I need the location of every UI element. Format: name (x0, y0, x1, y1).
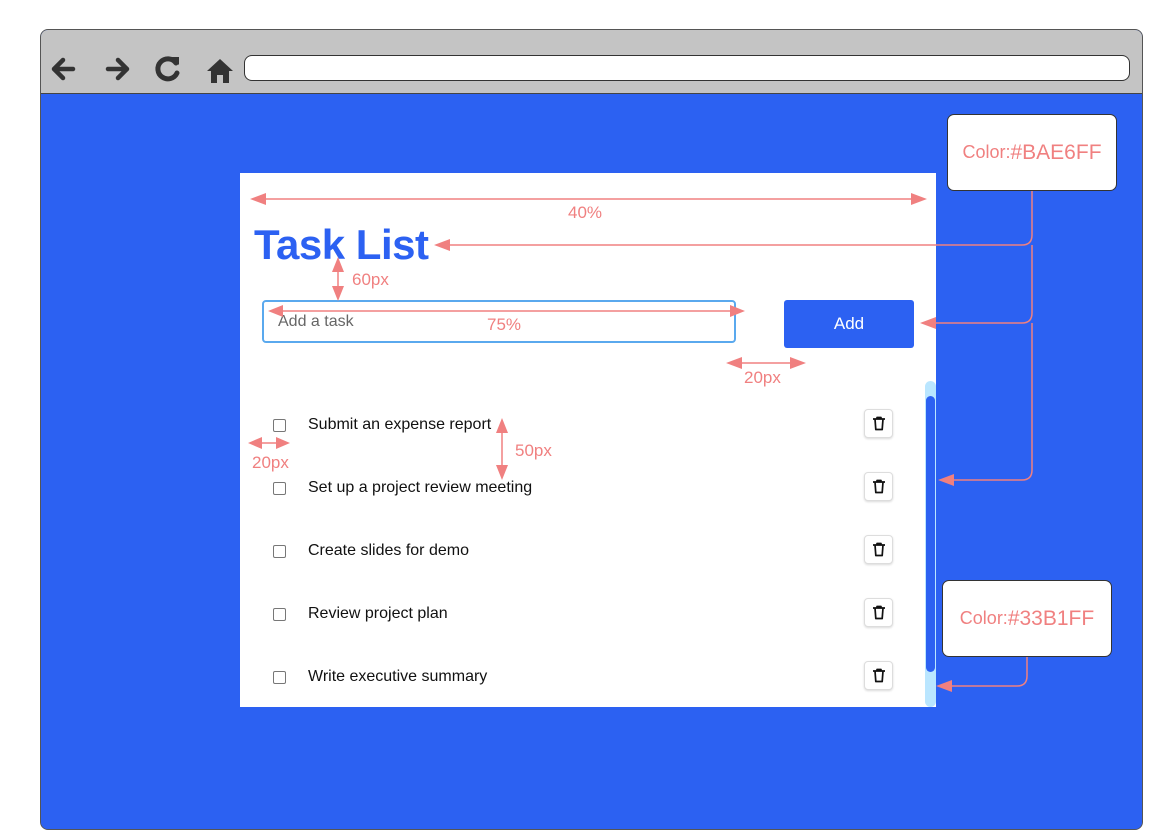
task-checkbox[interactable] (273, 419, 286, 432)
page-title: Task List (254, 221, 429, 268)
trash-icon (872, 479, 885, 494)
task-label: Write executive summary (308, 668, 488, 685)
task-label: Set up a project review meeting (308, 479, 533, 496)
task-label: Review project plan (308, 605, 448, 622)
delete-button[interactable] (864, 661, 893, 690)
task-checkbox[interactable] (273, 482, 286, 495)
spec-title-width: 40% (568, 203, 603, 222)
stage: Task List Add Submit an expense report S… (0, 0, 1162, 837)
task-checkbox[interactable] (273, 608, 286, 621)
spec-item-spacing: 50px (515, 441, 552, 460)
delete-button[interactable] (864, 598, 893, 627)
task-label: Create slides for demo (308, 542, 469, 559)
address-bar[interactable] (244, 55, 1130, 81)
spec-item-indent: 20px (252, 453, 289, 472)
spec-button-gap: 20px (744, 368, 781, 387)
task-list: Submit an expense report Set up a projec… (240, 393, 920, 708)
trash-icon (872, 542, 885, 557)
trash-icon (872, 668, 885, 683)
task-item: Create slides for demo (240, 519, 920, 582)
delete-button[interactable] (864, 409, 893, 438)
delete-button[interactable] (864, 472, 893, 501)
home-icon[interactable] (203, 54, 237, 88)
forward-arrow-icon[interactable] (101, 52, 135, 86)
task-label: Submit an expense report (308, 416, 492, 433)
spec-input-width: 75% (487, 315, 522, 334)
add-button[interactable]: Add (784, 300, 914, 348)
task-item: Submit an expense report (240, 393, 920, 456)
spec-title-gap: 60px (352, 270, 389, 289)
task-item: Write executive summary (240, 645, 920, 708)
task-item: Set up a project review meeting (240, 456, 920, 519)
task-checkbox[interactable] (273, 545, 286, 558)
delete-button[interactable] (864, 535, 893, 564)
color-swatch-callout-primary: Color: #BAE6FF (947, 114, 1117, 191)
color-swatch-callout-secondary: Color: #33B1FF (942, 580, 1112, 657)
swatch-prefix: Color: (959, 608, 1008, 628)
swatch-prefix: Color: (962, 142, 1011, 162)
back-arrow-icon[interactable] (46, 52, 80, 86)
trash-icon (872, 605, 885, 620)
task-card: Task List Add Submit an expense report S… (240, 173, 936, 707)
task-item: Review project plan (240, 582, 920, 645)
task-checkbox[interactable] (273, 671, 286, 684)
reload-icon[interactable] (151, 52, 185, 86)
trash-icon (872, 416, 885, 431)
swatch-hex: #BAE6FF (1010, 140, 1102, 164)
swatch-hex: #33B1FF (1007, 606, 1095, 630)
scrollbar-thumb[interactable] (926, 396, 935, 672)
browser-toolbar (41, 30, 1142, 94)
